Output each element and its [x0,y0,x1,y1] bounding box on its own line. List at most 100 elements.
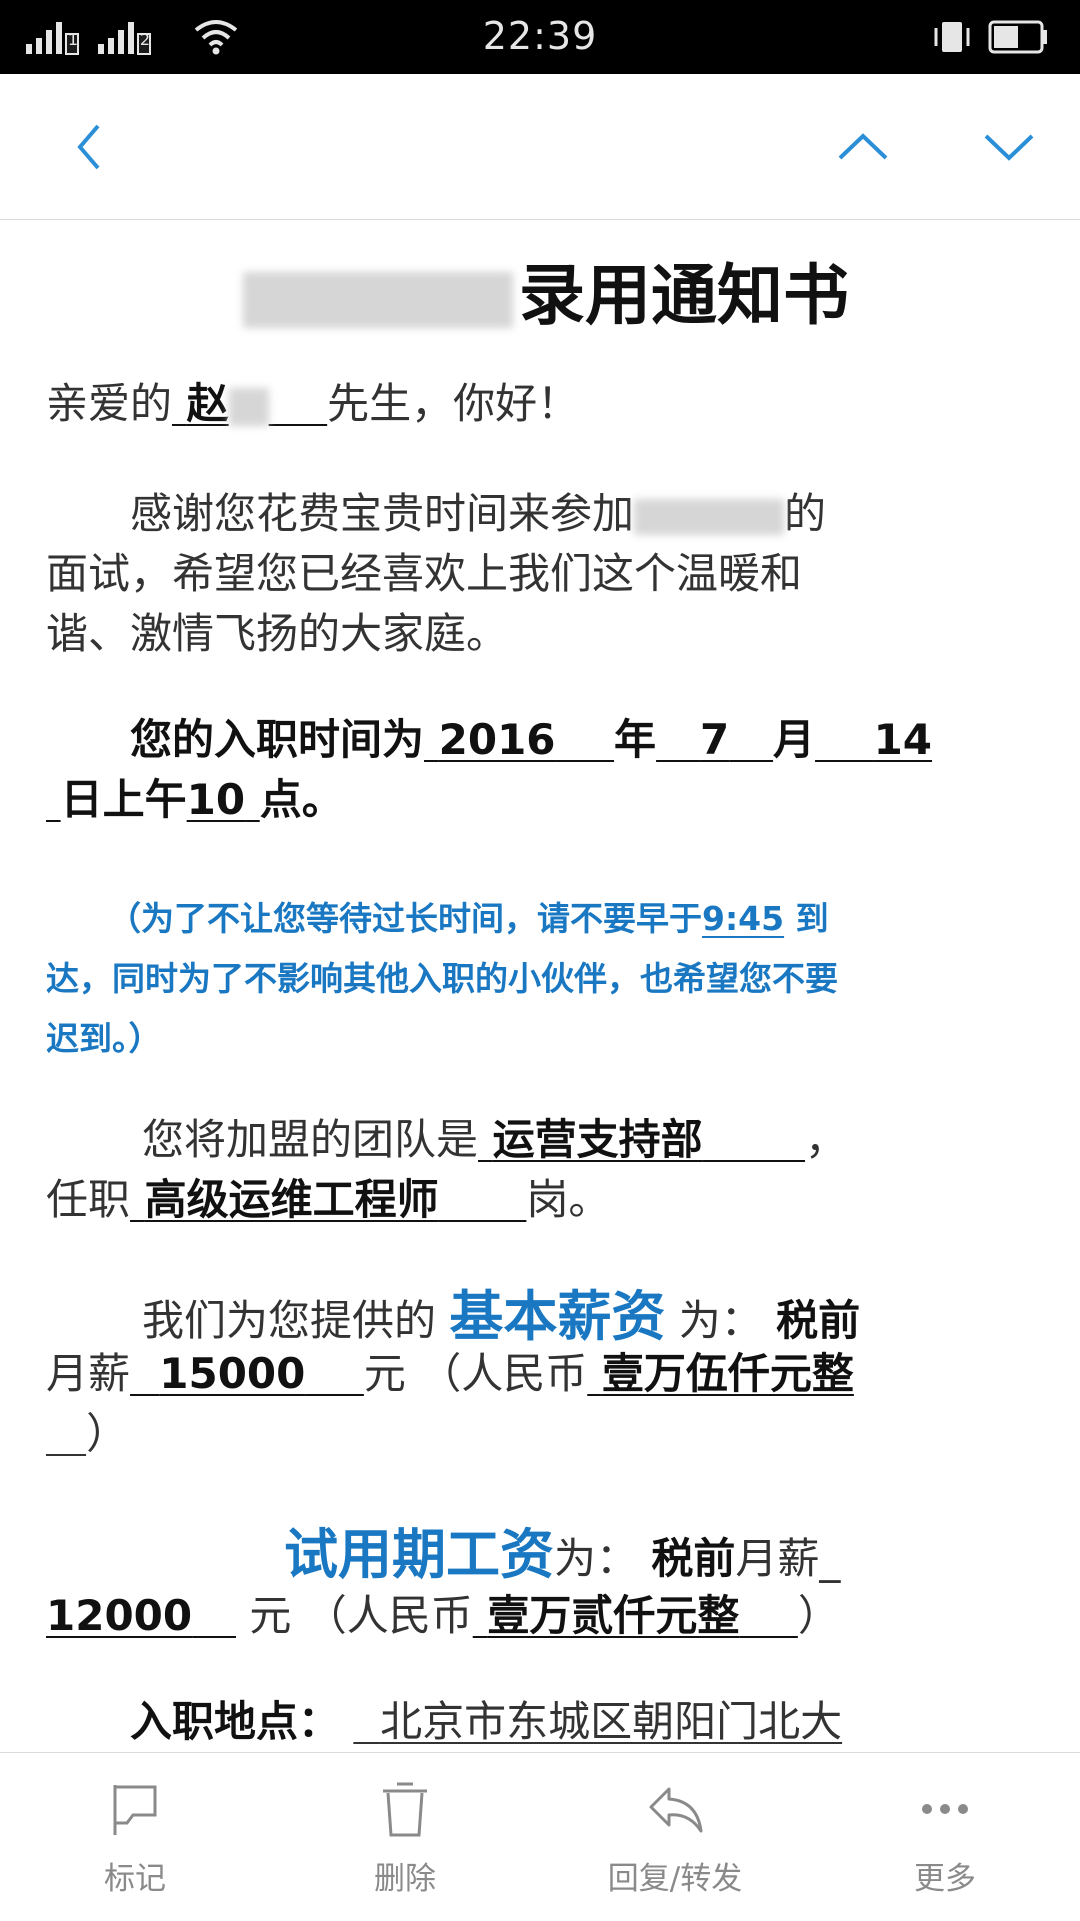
reply-forward-label: 回复/转发 [607,1861,743,1897]
salary-pretax: 税前 [776,1296,861,1345]
note-line2: 达，同时为了不影响其他入职的小伙伴，也希望您不要 [46,959,838,998]
trash-icon [383,1782,427,1837]
mail-body[interactable]: 录用通知书 亲爱的 赵 先生，你好！ 感谢您花费宝贵时间来参加 的 面试，希望您已… [0,220,1080,1752]
probation-mid: 为： [554,1534,639,1583]
team-name-value: 运营支持部 [492,1115,703,1164]
salary-amount-cn: 壹万伍仟元整 [587,1349,854,1398]
flag-icon [113,1785,157,1835]
note-text-a: （为了不让您等待过长时间，请不要早于 [108,899,702,938]
mail-action-toolbar: 标记 删除 回复/转发 更多 [0,1752,1080,1921]
start-month: 7 [656,715,773,764]
delete-button[interactable]: 删除 [295,1753,515,1921]
delete-label: 删除 [374,1861,436,1897]
location-line: 入职地点： 北京市东城区朝阳门北大 [46,1688,842,1749]
salary-amount-value: 15000 [159,1349,306,1398]
team-comma: ， [805,1115,848,1164]
probation-amount-cn-value: 壹万贰仟元整 [487,1591,740,1640]
location-address-value: 北京市东城区朝阳门北大 [380,1697,843,1746]
start-year-value: 2016 [438,715,556,764]
probation-amount-cn: 壹万贰仟元整 [473,1591,798,1640]
start-day: 14 [815,715,932,764]
team-name: 运营支持部 [478,1115,805,1164]
recipient-surname: 赵 [186,379,229,428]
earliest-arrival-time: 9:45 [702,899,785,938]
status-bar: 1 2 22:39 [0,0,1080,74]
salary-rmb-prefix: 元 （人民币 [363,1349,588,1398]
start-day-unit: 日上午 [60,775,187,824]
letter-title: 录用通知书 [46,242,1046,338]
salary-underline-tail [46,1409,86,1458]
greeting: 亲爱的 赵 先生，你好！ [46,370,579,431]
start-year: 2016 [424,715,614,764]
back-button[interactable] [60,114,126,180]
para1-line3: 谐、激情飞扬的大家庭。 [46,609,509,658]
para1-line2: 面试，希望您已经喜欢上我们这个温暖和 [46,549,803,598]
greeting-prefix: 亲爱的 [46,379,173,428]
day-underline-tail [46,775,61,824]
role-value: 高级运维工程师 [144,1175,439,1224]
reply-forward-button[interactable]: 回复/转发 [565,1753,785,1921]
probation-monthly: 月薪_ [735,1534,841,1583]
redacted-brand [634,498,785,535]
title-text: 录用通知书 [519,257,849,334]
salary-line3: ） [46,1400,128,1461]
note-line1: （为了不让您等待过长时间，请不要早于9:45 到 [46,892,829,940]
location-label: 入职地点： [130,1697,341,1746]
prev-icon [838,133,888,160]
salary-prefix: 我们为您提供的 [142,1296,437,1345]
start-prefix: 您的入职时间为 [130,715,425,764]
role-prefix: 任职 [46,1175,131,1224]
next-icon [984,134,1034,161]
start-day-value: 14 [873,715,933,764]
start-hour-unit: 点。 [259,775,344,824]
next-mail-button[interactable] [976,114,1042,180]
salary-amount-cn-value: 壹万伍仟元整 [601,1349,854,1398]
salary-close: ） [86,1409,129,1458]
role-line: 任职 高级运维工程师 岗。 [46,1166,610,1227]
previous-mail-button[interactable] [830,114,896,180]
more-label: 更多 [914,1861,976,1897]
redacted-name [228,387,269,426]
recipient-name: 赵 [172,379,327,428]
more-button[interactable]: 更多 [835,1753,1055,1921]
battery-icon [988,20,1047,54]
start-month-unit: 月 [773,715,816,764]
role-suffix: 岗。 [526,1175,611,1224]
start-hour-value: 10 [186,775,246,824]
base-salary-label: 基本薪资 [449,1285,666,1348]
reply-icon [649,1787,703,1833]
back-icon [77,124,100,170]
clock: 22:39 [482,14,598,58]
salary-amount: 15000 [130,1349,364,1398]
team-prefix: 您将加盟的团队是 [142,1115,479,1164]
para1-text-a: 感谢您花费宝贵时间来参加 [130,489,635,538]
vibrate-icon [934,22,970,52]
probation-close: ） [797,1591,840,1640]
redacted-company [243,271,513,328]
note-line3: 迟到。） [46,1019,162,1058]
start-month-value: 7 [699,715,730,764]
salary-mid: 为： [678,1296,763,1345]
mail-navbar [0,74,1080,220]
para1-line1: 感谢您花费宝贵时间来参加 的 [46,480,826,541]
probation-amount: 12000 [46,1591,236,1640]
location-address: 北京市东城区朝阳门北大 [353,1697,842,1746]
flag-label: 标记 [104,1861,166,1897]
greeting-suffix: 先生，你好！ [327,379,580,428]
probation-pretax: 税前 [651,1534,736,1583]
start-time-line1: 您的入职时间为 2016 年 7 月 14 [46,706,932,767]
salary-monthly: 月薪 [46,1349,131,1398]
more-icon [922,1804,968,1814]
team-line: 您将加盟的团队是 运营支持部 ， [46,1106,847,1167]
probation-salary-label: 试用期工资 [284,1523,554,1586]
probation-rmb-prefix: 元 （人民币 [249,1591,473,1640]
probation-amount-value: 12000 [46,1591,193,1640]
probation-line1: 试用期工资为： 税前月薪_ [46,1510,840,1589]
flag-button[interactable]: 标记 [25,1753,245,1921]
start-year-unit: 年 [614,715,657,764]
status-right-group [928,14,1058,58]
start-hour: 10 [187,775,260,824]
para1-text-b: 的 [784,489,827,538]
start-time-line2: 日上午10 点。 [46,766,344,827]
role-name: 高级运维工程师 [130,1175,526,1224]
